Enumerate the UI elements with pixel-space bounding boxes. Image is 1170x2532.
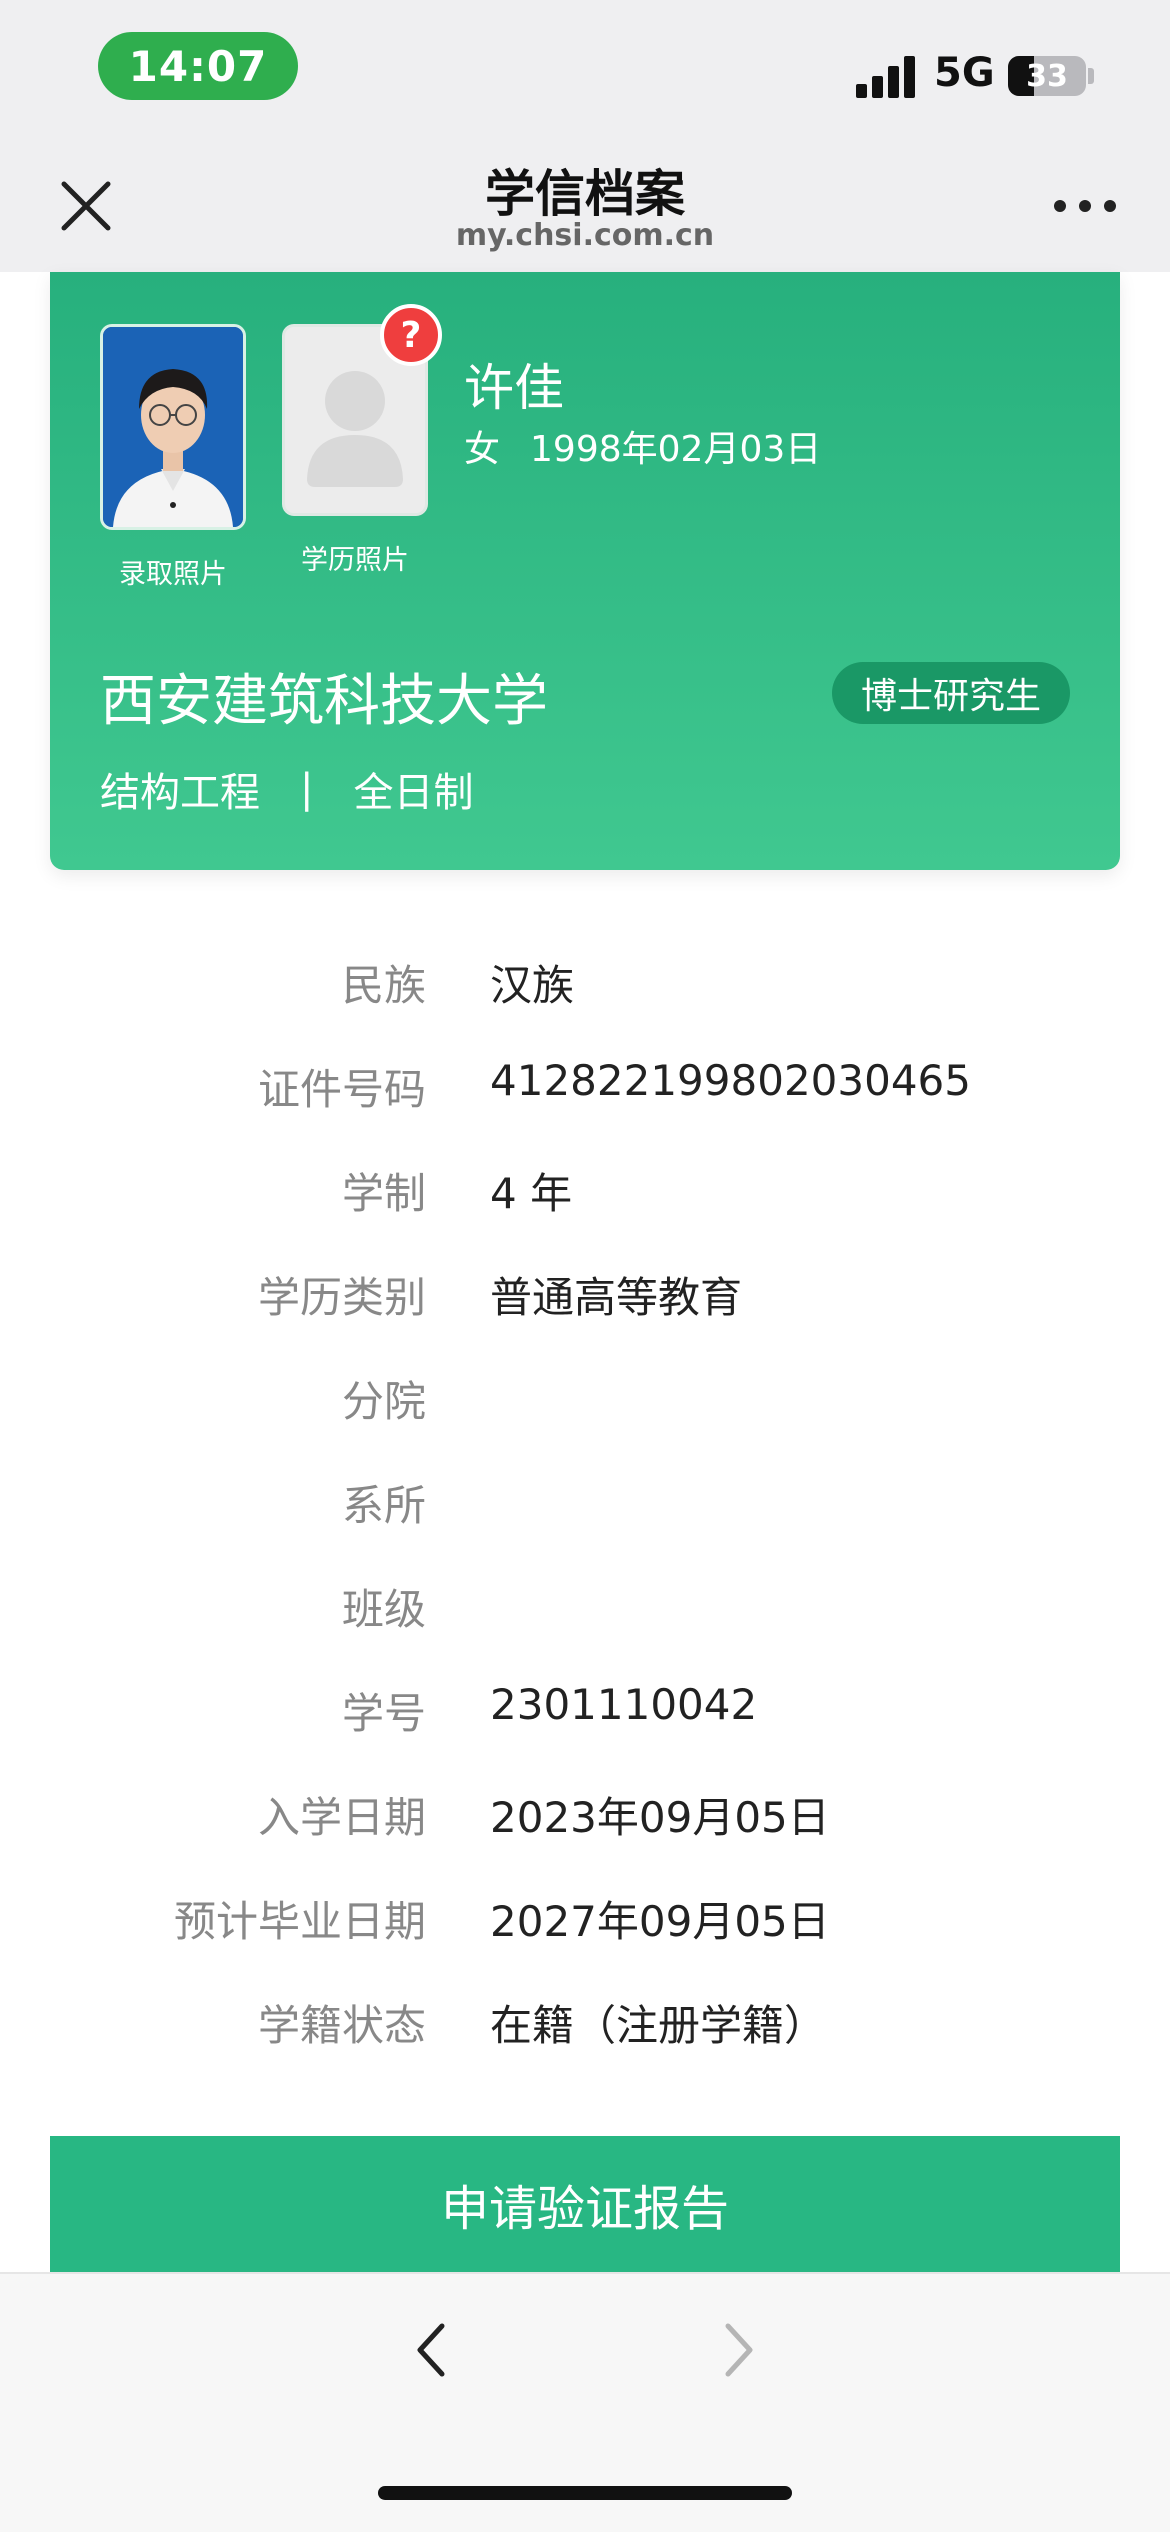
- info-value: 普通高等教育: [490, 1273, 743, 1322]
- gender-dob: 女 1998年02月03日: [464, 420, 821, 472]
- info-value: 2027年09月05日: [490, 1897, 830, 1946]
- info-label: 学号: [341, 1689, 426, 1738]
- info-value: 2301110042: [490, 1680, 758, 1729]
- info-row: 预计毕业日期 2027年09月05日: [0, 1888, 1170, 1992]
- info-label: 学籍状态: [257, 2001, 426, 2050]
- major: 结构工程: [100, 770, 260, 816]
- info-value: 汉族: [490, 961, 575, 1010]
- person-photo-icon: [103, 327, 243, 527]
- major-line: 结构工程 | 全日制: [100, 760, 473, 818]
- degree-photo-caption: 学历照片: [301, 545, 409, 576]
- battery-icon: 33: [1008, 56, 1086, 96]
- question-badge[interactable]: ?: [380, 304, 442, 366]
- battery-level: 33: [1026, 58, 1068, 94]
- status-time: 14:07: [98, 32, 298, 100]
- info-label: 学制: [341, 1169, 426, 1218]
- info-label: 证件号码: [257, 1065, 426, 1114]
- page-url: my.chsi.com.cn: [455, 218, 715, 253]
- info-label: 入学日期: [257, 1793, 426, 1842]
- gender: 女: [464, 429, 501, 470]
- battery-cap: [1088, 68, 1094, 84]
- birth-date: 1998年02月03日: [530, 429, 822, 470]
- student-name: 许佳: [464, 359, 564, 417]
- screen: 14:07 5G 33 学信档案 my.chsi.com.cn ? 录取照片 学…: [0, 0, 1170, 2532]
- chevron-left-icon: [417, 2323, 445, 2377]
- chevron-right-icon: [725, 2323, 753, 2377]
- home-indicator[interactable]: [378, 2486, 792, 2500]
- info-row: 学历类别 普通高等教育: [0, 1264, 1170, 1368]
- admission-photo-caption: 录取照片: [119, 559, 227, 590]
- back-button[interactable]: [408, 2320, 458, 2380]
- info-row: 班级: [0, 1576, 1170, 1680]
- info-value: 4 年: [490, 1169, 573, 1218]
- info-value: 412822199802030465: [490, 1056, 971, 1105]
- info-row: 学制 4 年: [0, 1160, 1170, 1264]
- info-label: 分院: [341, 1377, 426, 1426]
- info-label: 班级: [341, 1585, 426, 1634]
- page-title: 学信档案: [485, 165, 685, 223]
- info-row: 证件号码 412822199802030465: [0, 1056, 1170, 1160]
- info-label: 学历类别: [257, 1273, 426, 1322]
- study-mode: 全日制: [353, 770, 474, 816]
- university-name: 西安建筑科技大学: [100, 669, 548, 734]
- info-row: 分院: [0, 1368, 1170, 1472]
- info-value: 在籍（注册学籍）: [490, 2001, 827, 2050]
- more-icon: [1054, 200, 1066, 212]
- info-value: 2023年09月05日: [490, 1793, 830, 1842]
- info-row: 系所: [0, 1472, 1170, 1576]
- separator: |: [300, 766, 314, 812]
- info-label: 民族: [341, 961, 426, 1010]
- more-button[interactable]: [1054, 196, 1116, 216]
- forward-button[interactable]: [712, 2320, 762, 2380]
- info-row: 学籍状态 在籍（注册学籍）: [0, 1992, 1170, 2096]
- signal-icon: [856, 54, 916, 98]
- degree-level-badge: 博士研究生: [832, 662, 1070, 724]
- top-bar: 14:07 5G 33 学信档案 my.chsi.com.cn: [0, 0, 1170, 272]
- info-row: 学号 2301110042: [0, 1680, 1170, 1784]
- info-list: 民族 汉族 证件号码 412822199802030465 学制 4 年 学历类别 普通…: [0, 952, 1170, 2096]
- info-label: 预计毕业日期: [173, 1897, 426, 1946]
- apply-report-button[interactable]: 申请验证报告: [50, 2136, 1120, 2272]
- network-label: 5G: [934, 50, 995, 96]
- more-icon-dot: [1104, 200, 1116, 212]
- more-icon-dot: [1079, 200, 1091, 212]
- info-row: 民族 汉族: [0, 952, 1170, 1056]
- admission-photo[interactable]: [100, 324, 246, 530]
- info-row: 入学日期 2023年09月05日: [0, 1784, 1170, 1888]
- info-label: 系所: [341, 1481, 426, 1530]
